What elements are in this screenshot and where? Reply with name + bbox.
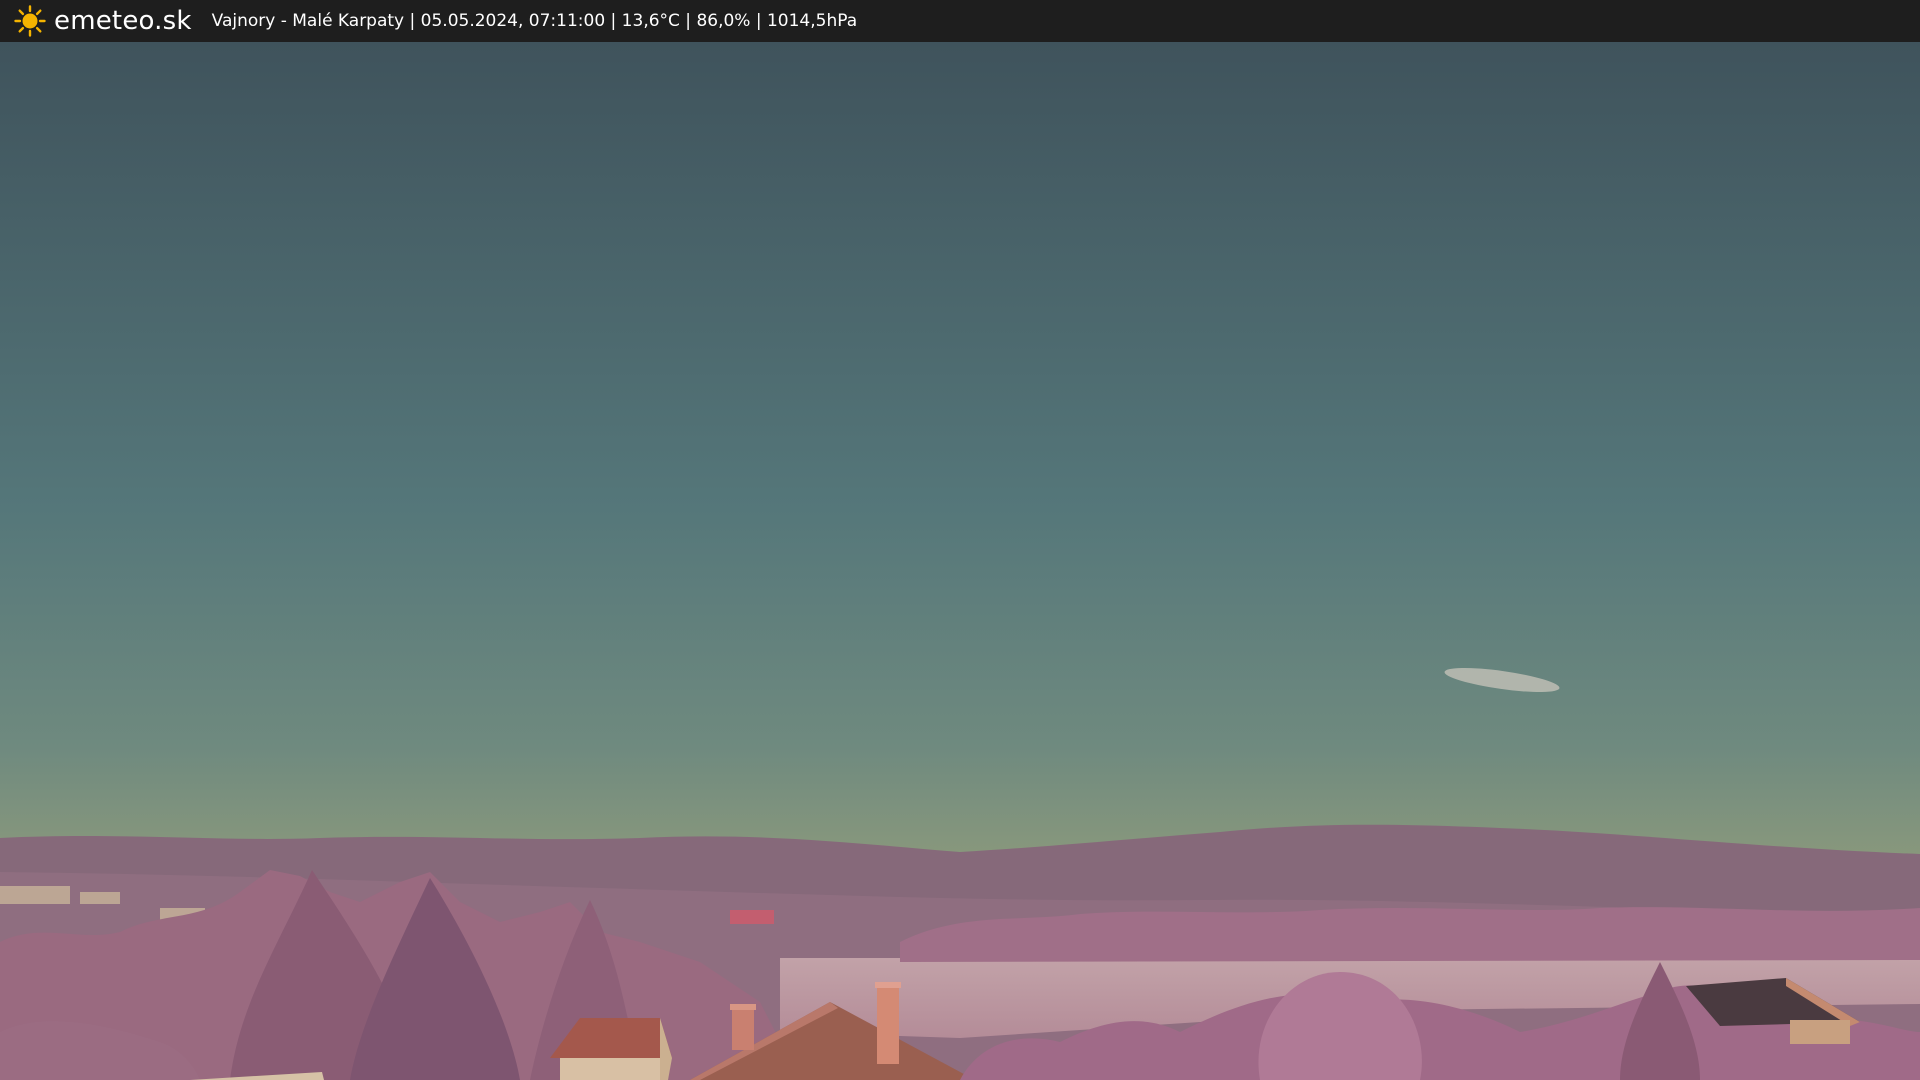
station-caption: Vajnory - Malé Karpaty | 05.05.2024, 07:… <box>211 11 858 31</box>
webcam-image <box>0 42 1920 1080</box>
brand-logo[interactable]: emeteo.sk <box>14 5 192 37</box>
webcam-info-bar: emeteo.sk Vajnory - Malé Karpaty | 05.05… <box>0 0 1920 42</box>
brand-name: emeteo.sk <box>54 6 192 36</box>
sun-icon <box>14 5 46 37</box>
